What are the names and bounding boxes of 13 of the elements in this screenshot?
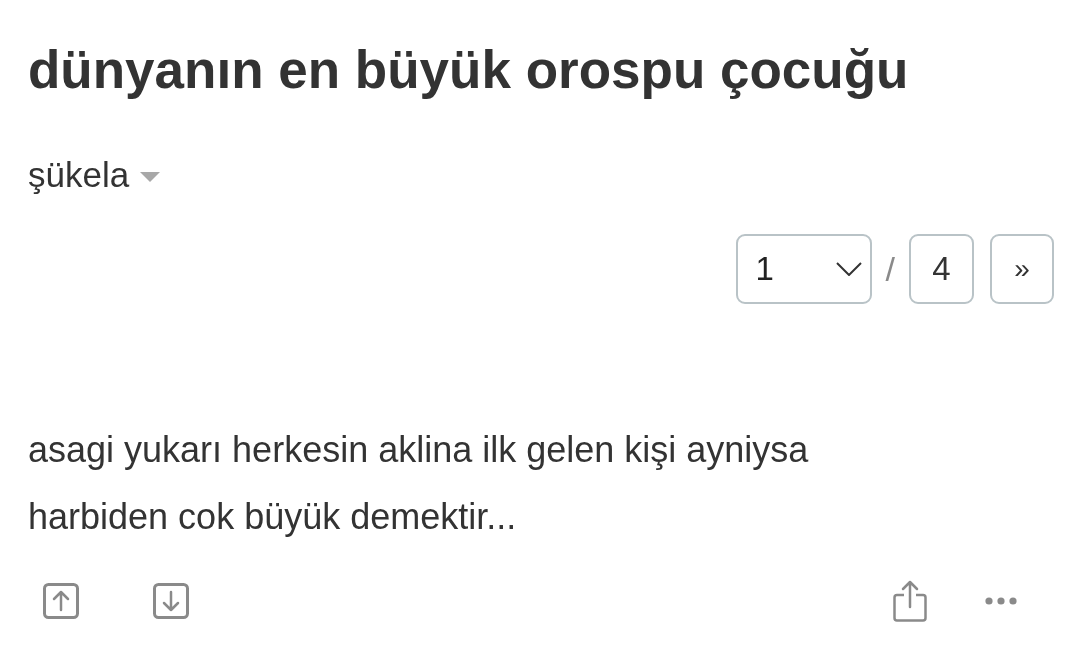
last-page-button[interactable]: 4	[909, 234, 974, 304]
next-page-button[interactable]: »	[990, 234, 1054, 304]
topic-title: dünyanın en büyük orospu çocuğu	[28, 40, 909, 100]
page-select[interactable]: 1	[735, 234, 872, 304]
share-icon[interactable]	[893, 580, 927, 622]
page-separator: /	[885, 249, 895, 289]
caret-icon	[140, 172, 161, 182]
more-icon[interactable]	[985, 597, 1017, 605]
entry-text: asagi yukarı herkesin aklina ilk gelen kişi ayniysa harbiden cok büyük demektir...	[28, 428, 810, 539]
downvote-icon[interactable]	[153, 583, 189, 619]
upvote-icon[interactable]	[43, 583, 79, 619]
chevron-icon	[835, 262, 862, 276]
sort-dropdown[interactable]: şükela	[28, 155, 161, 195]
